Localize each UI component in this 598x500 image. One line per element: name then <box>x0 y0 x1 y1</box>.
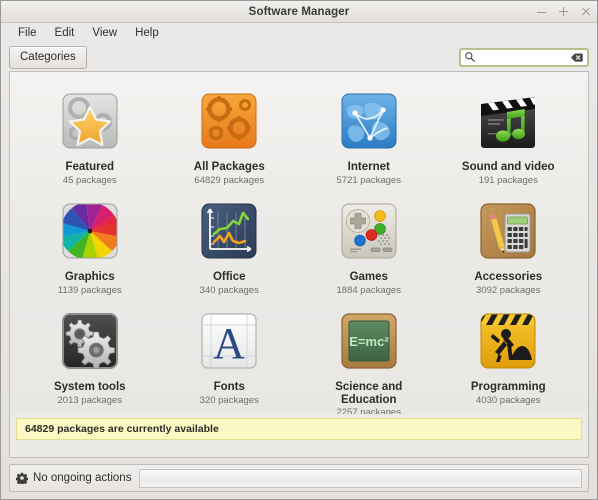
category-count: 1884 packages <box>336 284 401 296</box>
sound-video-clapperboard-icon <box>474 88 542 156</box>
system-tools-gears-icon <box>56 308 124 376</box>
category-grid: Featured 45 packages All Packages 64829 … <box>10 72 588 414</box>
category-item-office[interactable]: Office 340 packages <box>160 198 300 308</box>
category-item-games[interactable]: Games 1884 packages <box>299 198 439 308</box>
category-name: Sound and video <box>461 161 555 173</box>
fonts-letter-a-icon: A <box>195 308 263 376</box>
category-item-programming[interactable]: Programming 4030 packages <box>439 308 579 414</box>
menu-item-edit[interactable]: Edit <box>46 25 84 41</box>
toolbar: Categories <box>1 43 597 71</box>
office-chart-icon <box>195 198 263 266</box>
category-count: 320 packages <box>199 394 259 406</box>
category-name: Programming <box>470 381 546 393</box>
category-name: Office <box>212 271 246 283</box>
gear-icon <box>16 472 28 484</box>
category-item-fonts[interactable]: A Fonts 320 packages <box>160 308 300 414</box>
category-item-all-packages[interactable]: All Packages 64829 packages <box>160 88 300 198</box>
category-pane: Featured 45 packages All Packages 64829 … <box>9 71 589 414</box>
category-name: Internet <box>347 161 390 173</box>
category-name: System tools <box>53 381 126 393</box>
category-count: 191 packages <box>478 174 538 186</box>
menu-item-view[interactable]: View <box>83 25 126 41</box>
maximize-icon[interactable] <box>558 6 569 17</box>
internet-globe-icon <box>335 88 403 156</box>
clear-search-icon[interactable] <box>570 51 583 64</box>
status-bar: No ongoing actions <box>9 464 589 492</box>
category-count: 5721 packages <box>336 174 401 186</box>
search-icon <box>465 52 475 62</box>
minimize-icon[interactable] <box>536 6 547 17</box>
category-count: 2257 packages <box>336 407 401 414</box>
category-count: 45 packages <box>62 174 117 186</box>
category-item-accessories[interactable]: Accessories 3092 packages <box>439 198 579 308</box>
packages-available-notice: 64829 packages are currently available <box>16 418 582 440</box>
progress-bar <box>139 468 582 488</box>
svg-text:E=mc²: E=mc² <box>349 334 389 349</box>
category-name: Games <box>349 271 388 283</box>
category-item-featured[interactable]: Featured 45 packages <box>20 88 160 198</box>
search-input[interactable] <box>476 49 570 65</box>
category-name: Featured <box>65 161 115 173</box>
category-count: 4030 packages <box>476 394 541 406</box>
category-count: 340 packages <box>199 284 259 296</box>
search-box[interactable] <box>459 47 589 67</box>
graphics-color-wheel-icon <box>56 198 124 266</box>
programming-construction-icon <box>474 308 542 376</box>
featured-star-icon <box>56 88 124 156</box>
svg-text:A: A <box>213 319 245 368</box>
menu-item-file[interactable]: File <box>9 25 46 41</box>
menu-bar: File Edit View Help <box>1 23 597 43</box>
software-manager-window: Software Manager File Edit View Help Cat… <box>0 0 598 500</box>
category-item-graphics[interactable]: Graphics 1139 packages <box>20 198 160 308</box>
close-icon[interactable] <box>580 6 591 17</box>
menu-item-help[interactable]: Help <box>126 25 168 41</box>
window-title: Software Manager <box>248 5 350 18</box>
all-packages-gears-icon <box>195 88 263 156</box>
category-count: 2013 packages <box>57 394 122 406</box>
games-gamepad-icon <box>335 198 403 266</box>
category-name: All Packages <box>193 161 265 173</box>
category-count: 1139 packages <box>57 284 122 296</box>
category-count: 64829 packages <box>194 174 265 186</box>
category-name: Science and Education <box>335 381 403 406</box>
category-count: 3092 packages <box>476 284 541 296</box>
status-text: No ongoing actions <box>33 472 132 484</box>
category-item-science-and-education[interactable]: E=mc² Science and Education 2257 package… <box>299 308 439 414</box>
title-bar: Software Manager <box>1 1 597 23</box>
category-name: Graphics <box>64 271 115 283</box>
category-name: Fonts <box>213 381 245 393</box>
category-name: Accessories <box>474 271 543 283</box>
science-education-blackboard-icon: E=mc² <box>335 308 403 376</box>
category-item-internet[interactable]: Internet 5721 packages <box>299 88 439 198</box>
category-item-sound-and-video[interactable]: Sound and video 191 packages <box>439 88 579 198</box>
notice-area: 64829 packages are currently available <box>9 414 589 458</box>
categories-button[interactable]: Categories <box>9 45 87 69</box>
window-controls <box>536 1 591 22</box>
accessories-calculator-icon <box>474 198 542 266</box>
category-item-system-tools[interactable]: System tools 2013 packages <box>20 308 160 414</box>
